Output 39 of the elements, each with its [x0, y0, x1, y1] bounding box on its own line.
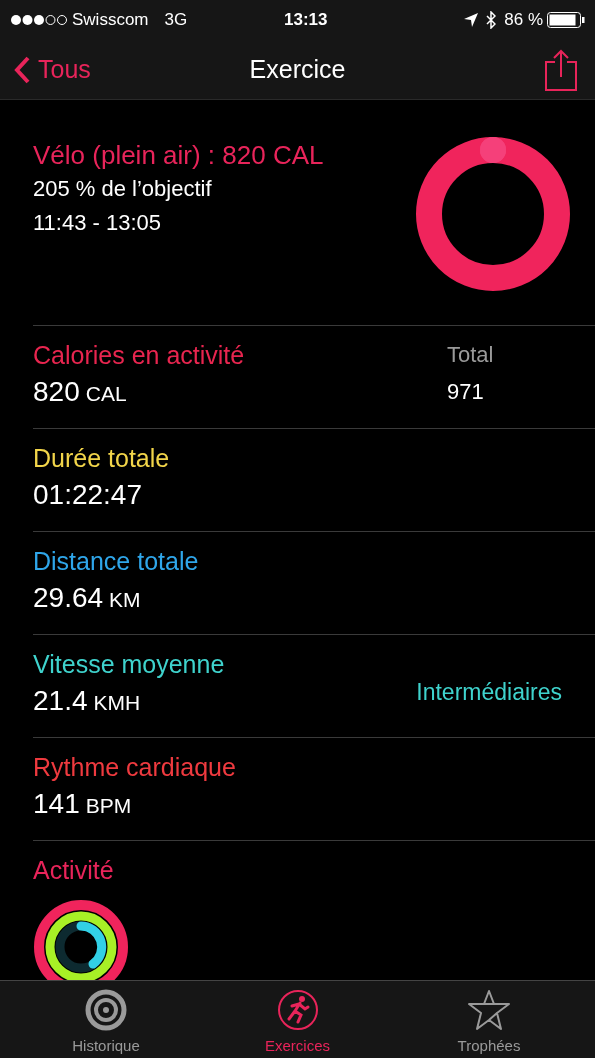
total-label: Total [447, 341, 495, 369]
metric-value: 01:22:47 [33, 479, 142, 510]
battery-percent: 86 % [504, 9, 543, 32]
carrier-name: Swisscom [72, 9, 149, 32]
network-type: 3G [164, 9, 188, 32]
metric-label: Rythme cardiaque [33, 752, 237, 783]
metric-value: 21.4 [33, 685, 88, 716]
metric-label: Distance totale [33, 546, 200, 577]
metric-label: Vitesse moyenne [33, 649, 226, 680]
metric-label: Calories en activité [33, 340, 246, 371]
metric-value: 141 [33, 788, 80, 819]
goal-percent: 205 % de l’objectif [33, 175, 213, 203]
workout-time: 11:43 - 13:05 [33, 209, 163, 237]
metric-unit: KMH [93, 691, 141, 714]
metric-label: Durée totale [33, 443, 171, 474]
concentric-rings-icon [85, 989, 127, 1031]
metric-unit: KM [109, 588, 141, 611]
share-icon[interactable] [545, 48, 577, 91]
clock-time: 13:13 [284, 10, 328, 30]
metric-unit: CAL [85, 382, 127, 405]
star-icon [467, 989, 511, 1031]
tab-button[interactable]: Exercices [207, 981, 388, 1058]
total-value: 971 [447, 378, 485, 406]
activity-label: Activité [33, 855, 115, 886]
bluetooth-icon [486, 11, 497, 29]
metric-value: 820 [33, 376, 80, 407]
workout-title: Vélo (plein air) : 820 CAL [33, 139, 325, 172]
splits-link[interactable]: Intermédiaires [416, 675, 562, 710]
location-icon [464, 13, 479, 27]
tab-button[interactable]: Trophées [399, 981, 579, 1058]
back-button[interactable]: Tous [14, 50, 91, 89]
back-chevron-icon [14, 55, 30, 84]
battery-icon [547, 12, 585, 28]
metric-unit: BPM [85, 794, 132, 817]
screen-title: Exercice [249, 53, 346, 85]
signal-icon [10, 14, 68, 26]
tab-button[interactable]: Historique [16, 981, 196, 1058]
metric-value: 29.64 [33, 582, 104, 613]
running-figure-icon [276, 989, 319, 1031]
